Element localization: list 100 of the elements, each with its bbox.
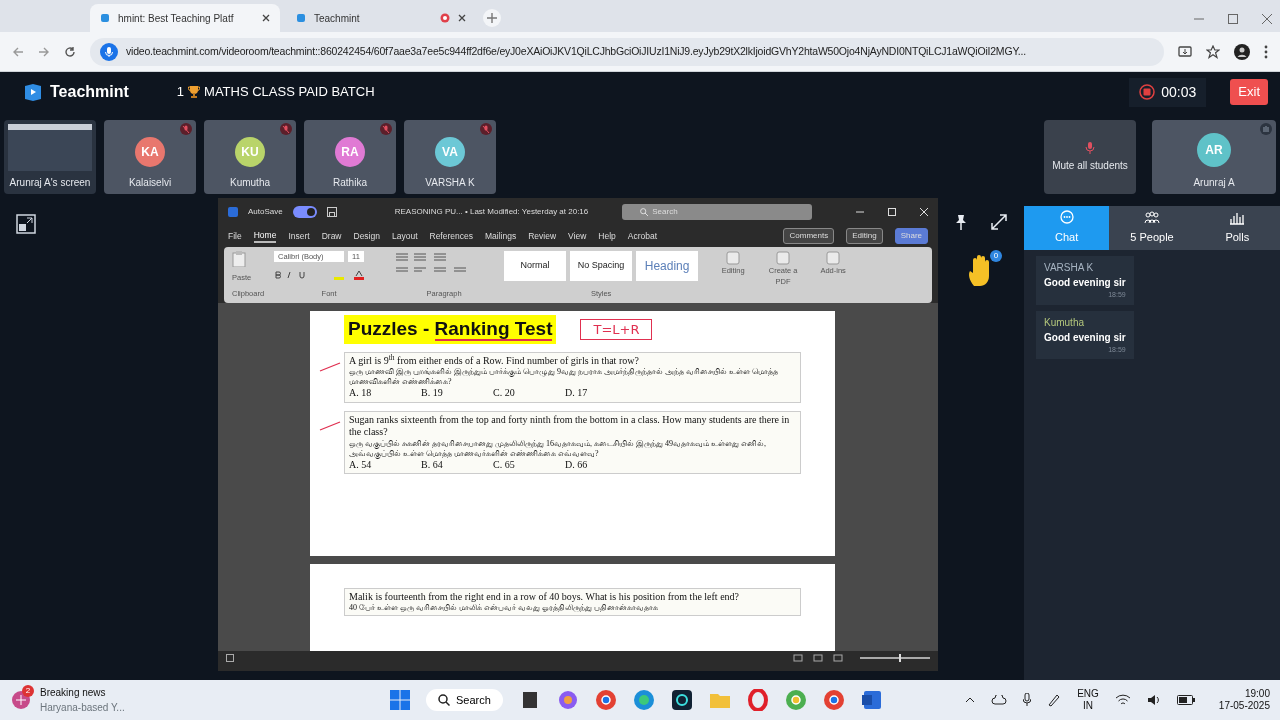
ribbon-tool-icon: [776, 251, 791, 265]
ribbon-tab[interactable]: References: [429, 229, 473, 243]
question-text: Malik is fourteenth from the right end in a row of 40 boys. What is his position from the left end?: [349, 590, 741, 604]
answer-option: A. 54: [349, 458, 421, 471]
browser-icon[interactable]: [594, 689, 617, 711]
style-option[interactable]: Heading: [636, 251, 699, 281]
word-icon[interactable]: [860, 689, 883, 711]
style-option[interactable]: Normal: [504, 251, 567, 281]
ribbon-tool-icon: [726, 251, 741, 265]
autosave-toggle[interactable]: [292, 205, 317, 218]
message-text: Good evening sir: [1044, 330, 1126, 345]
close-icon[interactable]: [458, 14, 466, 22]
host-tile[interactable]: AR Arunraj A: [1152, 120, 1276, 194]
ribbon-tab[interactable]: Design: [353, 229, 380, 243]
profile-icon[interactable]: [1234, 43, 1250, 60]
install-icon[interactable]: [1178, 44, 1192, 59]
participant-tile[interactable]: KA Kalaiselvi: [104, 120, 196, 194]
avatar: VA: [435, 137, 465, 167]
pin-icon[interactable]: [955, 214, 967, 230]
comments-button[interactable]: Comments: [783, 228, 835, 244]
star-icon[interactable]: [1206, 44, 1220, 59]
ribbon-tab[interactable]: File: [228, 229, 242, 243]
panel-tab[interactable]: 5 People: [1109, 206, 1195, 250]
chevron-up-icon[interactable]: [965, 697, 976, 703]
notification-badge: 2: [22, 685, 34, 697]
editing-button[interactable]: Editing: [846, 228, 883, 244]
forward-arrow-icon[interactable]: [38, 45, 50, 58]
ribbon-tab[interactable]: Help: [598, 229, 616, 243]
exit-button[interactable]: Exit: [1230, 79, 1268, 105]
zoom-slider-thumb[interactable]: [898, 654, 901, 662]
word-logo-icon: [228, 206, 238, 217]
browser-icon[interactable]: [822, 689, 845, 711]
autosave-label: AutoSave: [248, 205, 283, 218]
close-icon[interactable]: [1262, 14, 1272, 24]
message-text: Good evening sir: [1044, 276, 1126, 290]
ribbon-tab[interactable]: Home: [253, 228, 277, 244]
language-indicator[interactable]: ENG IN: [1077, 687, 1099, 713]
participant-tile[interactable]: VA VARSHA K: [404, 120, 496, 194]
battery-icon[interactable]: [1176, 695, 1195, 705]
picture-in-picture-icon[interactable]: [16, 214, 36, 234]
ribbon-tab[interactable]: Mailings: [484, 229, 517, 243]
news-widget[interactable]: 2 Breaking news Haryana-based Y...: [10, 685, 390, 715]
participant-tile[interactable]: KU Kumutha: [204, 120, 296, 194]
hand-count-badge: 0: [990, 250, 1002, 262]
style-option[interactable]: No Spacing: [570, 251, 633, 281]
url-text: video.teachmint.com/videoroom/teachmint::860242454/60f7aae3a7ee5c944ff2df6e/eyJ0eXAiOiJKV1QiLCJhbGciOiJIUzI1NiJ9.eyJyb29tX2lkIjoidGVhY2htaW50Ojo4NjAyNDI0NTQiLCJ1aWQiOiI2MGY...: [126, 43, 1026, 59]
wifi-icon[interactable]: [1114, 694, 1131, 706]
panel-tab[interactable]: Polls: [1194, 206, 1280, 250]
screen-share-tile[interactable]: Arunraj A's screen: [4, 120, 96, 194]
pen-icon[interactable]: [1047, 693, 1062, 707]
news-title: Breaking news: [40, 686, 107, 700]
class-title: MATHS CLASS PAID BATCH: [204, 83, 375, 102]
taskbar-search[interactable]: Search: [426, 688, 503, 712]
question-text-tamil: 40 பேர் உள்ள ஒரு வரிசையில் மாலிக் என்பவர் வலது ஓரத்திலிருந்து பதினான்காவதாக: [349, 603, 659, 614]
muted-microphone-icon: [1085, 141, 1095, 154]
book-play-icon: [24, 83, 42, 101]
maximize-icon[interactable]: [1228, 14, 1238, 24]
cloud-icon[interactable]: [991, 695, 1008, 705]
ribbon-tab[interactable]: Review: [528, 229, 557, 243]
question-text-tamil: ஒரு மாணவி இரு புறங்களில் இருந்தும் பார்க்கும் பொழுது 9வது நபராக அமர்ந்திருந்தால் அந்த வரிசையில் உள்ள மொத்த மாணவிகளின் எண்ணிக்கை?: [349, 367, 779, 387]
clock[interactable]: 19:00 17-05-2025: [1218, 687, 1270, 713]
avatar: AR: [1197, 133, 1231, 167]
page-icon: [100, 13, 110, 23]
browser-icon[interactable]: [632, 689, 655, 711]
answer-option: D. 17: [565, 387, 637, 400]
answer-option: B. 19: [421, 387, 493, 400]
address-bar[interactable]: video.teachmint.com/videoroom/teachmint::860242454/60f7aae3a7ee5c944ff2df6e/eyJ0eXAiOiJKV1QiLCJhbGciOiJIUzI1NiJ9.eyJyb29tX2lkIjoidGVhY2htaW50Ojo4NjAyNDI0NTQiLCJ1aWQiOiI2MGY...: [90, 37, 1164, 66]
news-icon: [10, 689, 32, 711]
ribbon-tab[interactable]: Acrobat: [627, 229, 658, 243]
reload-icon[interactable]: [64, 45, 76, 58]
ribbon-tab[interactable]: Insert: [288, 229, 310, 243]
windows-start-icon[interactable]: [390, 690, 410, 710]
microphone-icon[interactable]: [1023, 693, 1032, 707]
mute-all-button[interactable]: Mute all students: [1044, 120, 1136, 194]
ribbon-tab[interactable]: View: [568, 229, 587, 243]
expand-icon[interactable]: [991, 214, 1007, 230]
accessibility-icon: [226, 654, 234, 662]
document-title[interactable]: REASONING PU... • Last Modified: Yesterday at 20:16: [394, 205, 589, 218]
speaker-icon[interactable]: [1146, 694, 1161, 706]
sender-name: VARSHA K: [1044, 261, 1095, 275]
more-icon[interactable]: [1264, 44, 1268, 59]
ribbon-tab[interactable]: Layout: [391, 229, 418, 243]
back-arrow-icon[interactable]: [12, 45, 24, 58]
recording-timer: 00:03: [1129, 77, 1207, 107]
chat-icon: [1058, 210, 1075, 226]
participant-tile[interactable]: RA Rathika: [304, 120, 396, 194]
save-icon[interactable]: [326, 206, 337, 217]
brand-name: Teachmint: [50, 82, 129, 102]
page-icon: [296, 13, 306, 23]
close-icon[interactable]: [262, 14, 270, 22]
news-text: Haryana-based Y...: [40, 701, 125, 715]
browser-tab[interactable]: hmint: Best Teaching Platf: [90, 4, 280, 32]
question-text: A girl is 9$^{th}$ from either ends of a Row. Find number of girls in that row?: [349, 354, 640, 367]
handwritten-note: T=L+R: [580, 318, 653, 340]
new-tab-icon[interactable]: [482, 8, 502, 28]
ribbon-tab[interactable]: Draw: [321, 229, 342, 243]
browser-tab[interactable]: Teachmint: [286, 4, 476, 32]
record-stop-icon: [1139, 84, 1156, 100]
avatar: KU: [235, 137, 265, 167]
question-text: Sugan ranks sixteenth from the top and forty ninth from the bottom in a class. How many students are there in the class?: [349, 413, 791, 439]
